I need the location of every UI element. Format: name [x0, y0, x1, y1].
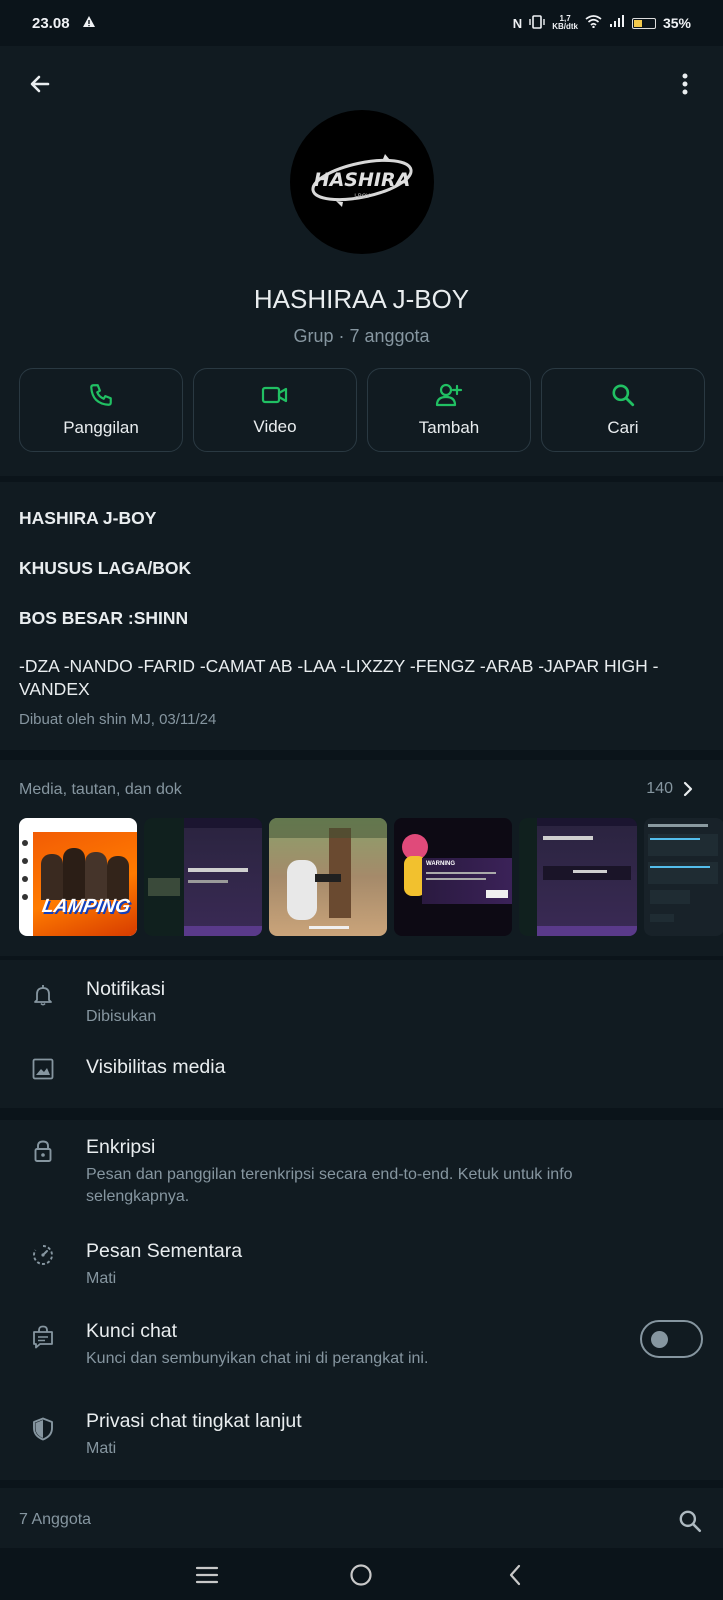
home-circle-icon — [350, 1564, 372, 1586]
chat-lock-row[interactable]: Kunci chat Kunci dan sembunyikan chat in… — [0, 1306, 723, 1388]
menu-icon — [195, 1566, 219, 1584]
video-icon — [261, 386, 288, 404]
search-button-label: Cari — [607, 418, 639, 437]
chat-lock-description: Kunci dan sembunyikan chat ini di perang… — [86, 1350, 429, 1367]
chat-lock-label: Kunci chat — [86, 1320, 178, 1342]
signal-icon — [609, 15, 625, 31]
battery-icon — [631, 17, 656, 29]
encryption-label: Enkripsi — [86, 1136, 156, 1158]
group-name: HASHIRAA J-BOY — [253, 284, 470, 314]
created-by-text: Dibuat oleh shin MJ, 03/11/24 — [19, 711, 217, 728]
call-button-label: Panggilan — [63, 418, 139, 437]
wifi-icon — [585, 15, 602, 31]
group-description[interactable]: HASHIRA J-BOY KHUSUS LAGA/BOK BOS BESAR … — [0, 482, 723, 750]
disappearing-messages-value: Mati — [86, 1270, 117, 1287]
add-member-button[interactable]: Tambah — [367, 368, 531, 452]
back-nav-button[interactable] — [501, 1561, 529, 1589]
advanced-privacy-row[interactable]: Privasi chat tingkat lanjut Mati — [0, 1392, 723, 1472]
status-time: 23.08 — [32, 14, 70, 32]
chevron-left-icon — [509, 1564, 521, 1586]
system-navigation-bar — [0, 1548, 723, 1600]
media-thumbnail[interactable]: WARNING — [394, 818, 512, 936]
disappearing-messages-label: Pesan Sementara — [86, 1240, 243, 1262]
notifications-label: Notifikasi — [86, 978, 166, 1000]
lock-icon — [30, 1138, 56, 1164]
encryption-row[interactable]: Enkripsi Pesan dan panggilan terenkripsi… — [0, 1120, 723, 1216]
media-visibility-label: Visibilitas media — [86, 1056, 226, 1078]
timer-icon — [30, 1242, 56, 1268]
group-header: HASHIRA J-BOY HASHIRAA J-BOY Grup · 7 an… — [0, 46, 723, 476]
media-thumbnail[interactable] — [519, 818, 637, 936]
members-count-label: 7 Anggota — [19, 1511, 92, 1528]
battery-percent: 35% — [662, 15, 691, 31]
media-thumbnails: LAMPING WARNING — [19, 818, 723, 936]
search-icon — [612, 384, 635, 407]
advanced-privacy-label: Privasi chat tingkat lanjut — [86, 1410, 302, 1432]
description-line: BOS BESAR :SHINN — [19, 608, 189, 628]
members-search-button[interactable] — [677, 1508, 705, 1536]
notifications-row[interactable]: Notifikasi Dibisukan — [0, 960, 723, 1032]
avatar-logo-text: HASHIRA — [314, 169, 411, 191]
description-line: KHUSUS LAGA/BOK — [19, 558, 192, 578]
image-icon — [30, 1056, 56, 1082]
avatar-logo-subtext: J-BOY — [353, 193, 370, 200]
more-vert-icon — [682, 73, 688, 95]
home-button[interactable] — [347, 1561, 375, 1589]
media-section: Media, tautan, dan dok 140 LAMPING WARNI… — [0, 760, 723, 956]
vibrate-icon — [529, 14, 545, 32]
chat-lock-icon — [30, 1324, 56, 1350]
action-buttons: Panggilan Video Tambah Cari — [19, 368, 705, 452]
arrow-left-icon — [30, 75, 50, 93]
network-speed-unit: KB/dtk — [552, 22, 578, 31]
thumbnail-warning-text: WARNING — [426, 861, 455, 867]
encryption-description: Pesan dan panggilan terenkripsi secara e… — [86, 1166, 573, 1205]
media-thumbnail[interactable] — [269, 818, 387, 936]
bell-icon — [30, 982, 56, 1008]
add-member-button-label: Tambah — [418, 418, 480, 437]
disappearing-messages-row[interactable]: Pesan Sementara Mati — [0, 1224, 723, 1300]
description-line: HASHIRA J-BOY — [19, 508, 157, 528]
shield-icon — [30, 1416, 56, 1442]
alert-icon — [82, 15, 96, 32]
description-members: -DZA -NANDO -FARID -CAMAT AB -LAA -LIXZZ… — [19, 656, 659, 699]
chevron-right-icon — [683, 781, 693, 797]
more-options-button[interactable] — [667, 66, 703, 102]
thumbnail-overlay-text: LAMPING — [40, 896, 132, 917]
media-count-link[interactable]: 140 — [646, 780, 693, 798]
video-button[interactable]: Video — [193, 368, 357, 452]
search-button[interactable]: Cari — [541, 368, 705, 452]
settings-group-1: Notifikasi Dibisukan Visibilitas media — [0, 960, 723, 1108]
media-section-title[interactable]: Media, tautan, dan dok — [19, 781, 182, 799]
group-subtitle: Grup · 7 anggota — [293, 326, 430, 346]
media-visibility-row[interactable]: Visibilitas media — [0, 1036, 723, 1102]
phone-icon — [90, 384, 112, 406]
status-bar: 23.08 N 1,7 KB/dtk 35% — [0, 0, 723, 46]
toggle-knob — [651, 1330, 668, 1348]
search-icon — [679, 1510, 702, 1533]
settings-group-2: Enkripsi Pesan dan panggilan terenkripsi… — [0, 1120, 723, 1480]
media-thumbnail[interactable] — [644, 818, 723, 936]
back-button[interactable] — [22, 66, 58, 102]
recents-button[interactable] — [193, 1561, 221, 1589]
notifications-value: Dibisukan — [86, 1008, 157, 1025]
group-avatar[interactable]: HASHIRA J-BOY — [290, 110, 434, 254]
video-button-label: Video — [253, 417, 297, 436]
media-thumbnail[interactable] — [144, 818, 262, 936]
add-person-icon — [435, 383, 463, 407]
chat-lock-toggle[interactable] — [640, 1320, 703, 1358]
members-section-header: 7 Anggota — [0, 1488, 723, 1548]
advanced-privacy-value: Mati — [86, 1440, 117, 1457]
nfc-icon: N — [512, 15, 523, 31]
call-button[interactable]: Panggilan — [19, 368, 183, 452]
media-count: 140 — [646, 780, 673, 797]
media-thumbnail[interactable]: LAMPING — [19, 818, 137, 936]
